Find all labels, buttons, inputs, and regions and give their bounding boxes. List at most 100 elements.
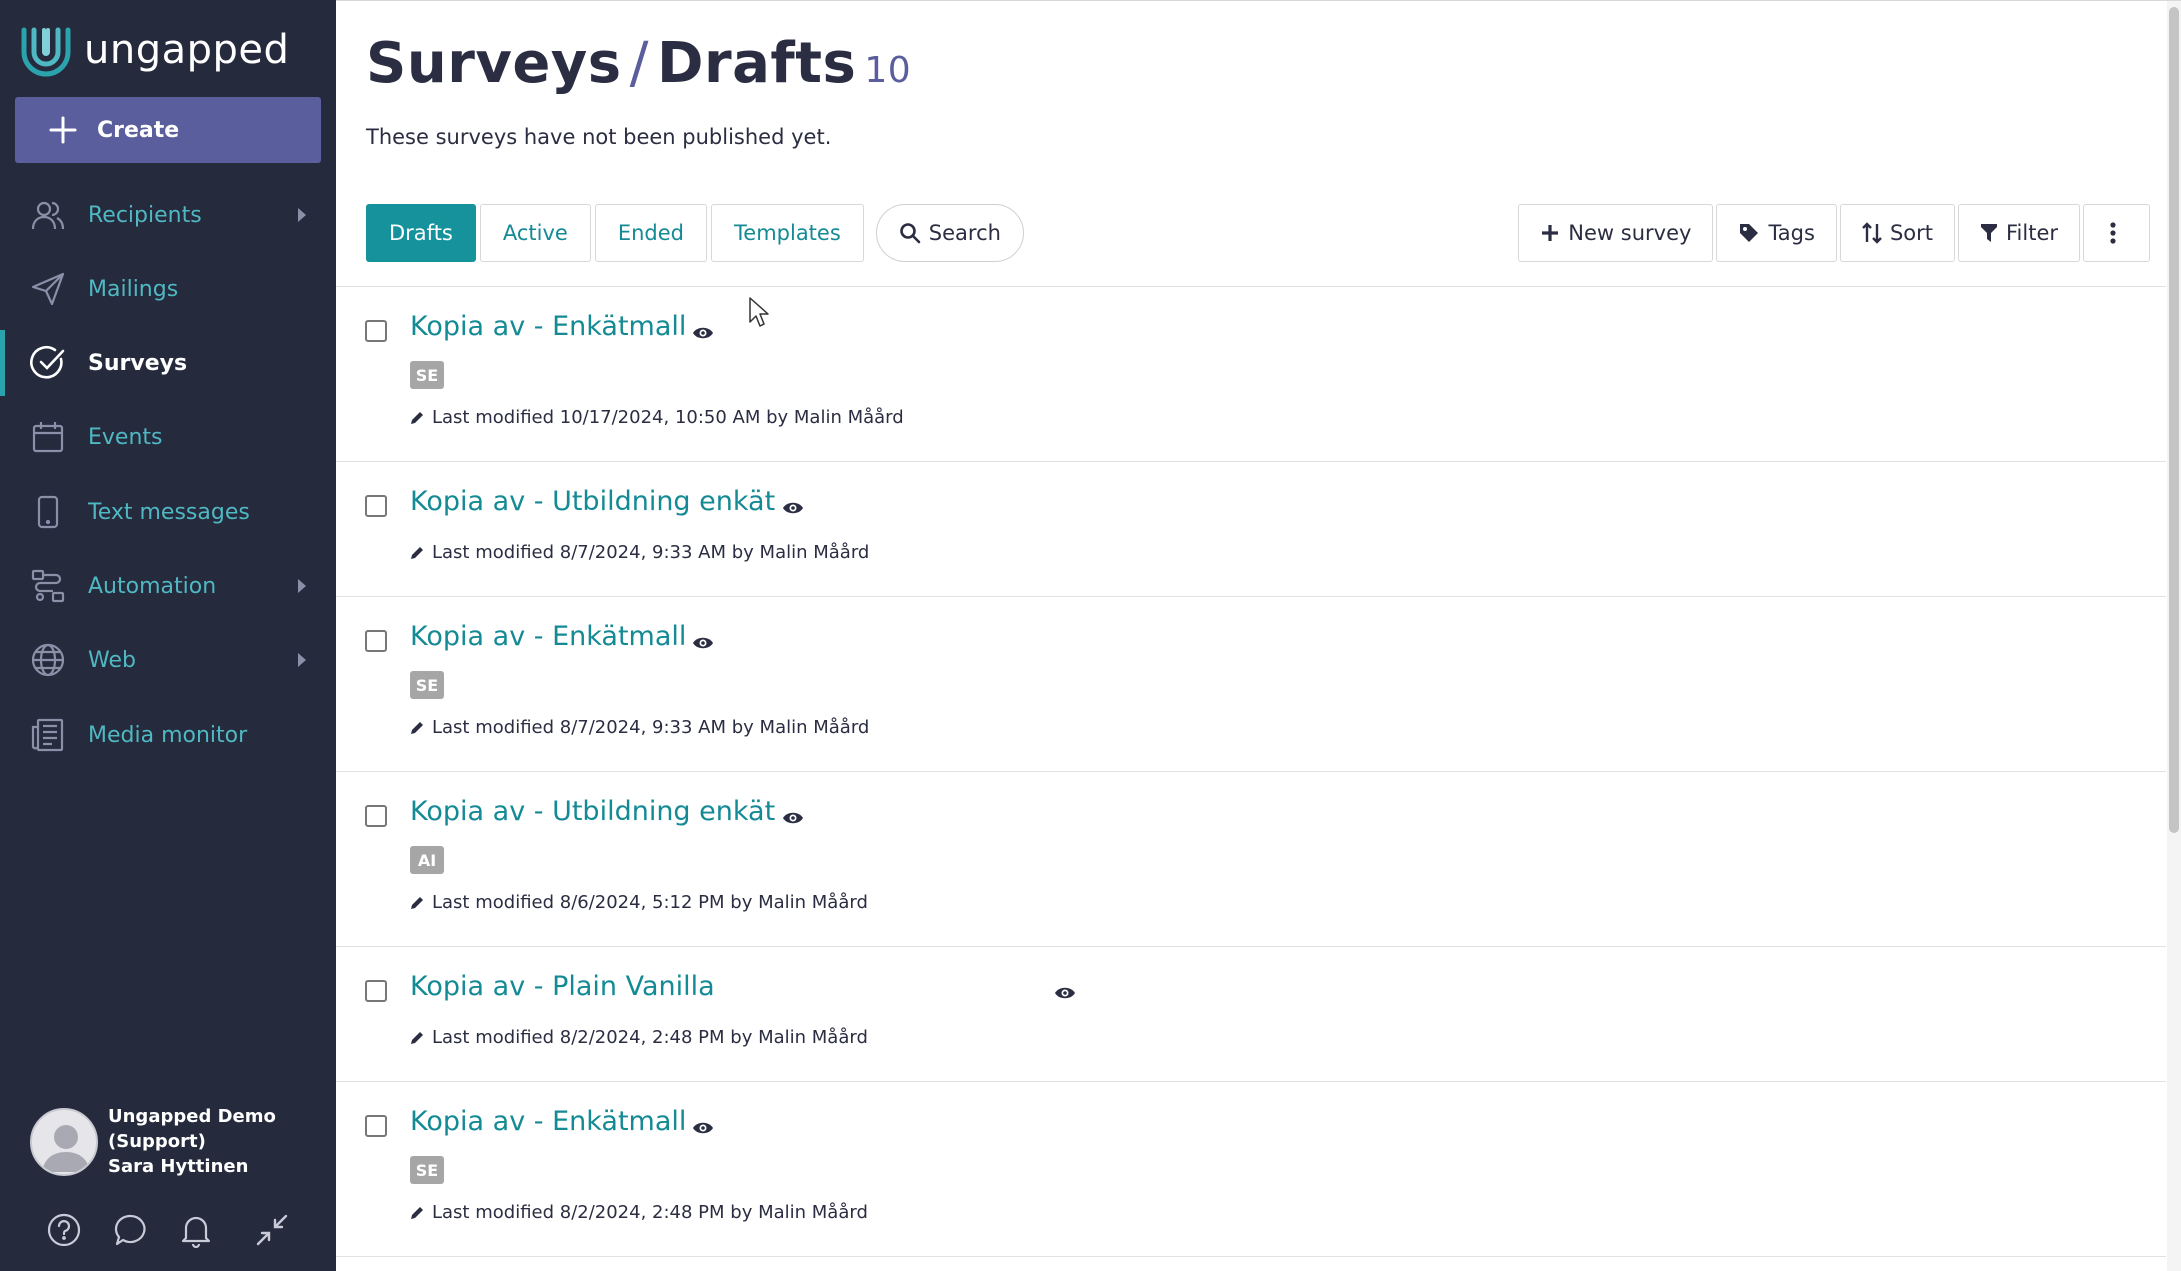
row-checkbox[interactable] (365, 1115, 387, 1137)
title-section: Drafts (657, 31, 857, 96)
users-icon (28, 195, 68, 235)
sidebar-footer (0, 1210, 336, 1250)
last-modified-text: Last modified 8/2/2024, 2:48 PM by Malin… (432, 1202, 868, 1223)
kebab-menu-icon (2109, 222, 2116, 244)
language-tag: SE (410, 671, 444, 699)
survey-name-link[interactable]: Kopia av - Utbildning enkät (410, 486, 775, 517)
avatar (30, 1107, 98, 1176)
row-checkbox[interactable] (365, 980, 387, 1002)
create-button[interactable]: Create (15, 97, 321, 163)
mouse-cursor-icon (749, 297, 769, 327)
sidebar-item-label: Web (88, 647, 136, 673)
tab-templates[interactable]: Templates (711, 204, 864, 262)
tab-drafts[interactable]: Drafts (366, 204, 476, 262)
new-survey-button[interactable]: New survey (1518, 204, 1714, 262)
language-tag: AI (410, 846, 444, 874)
help-icon[interactable] (44, 1210, 84, 1250)
chevron-right-icon (298, 208, 306, 222)
create-label: Create (97, 117, 180, 143)
ungapped-logo[interactable]: ungapped (18, 20, 289, 80)
scrollbar-thumb[interactable] (2169, 7, 2179, 833)
filter-button[interactable]: Filter (1957, 204, 2080, 262)
sidebar-item-events[interactable]: Events (0, 404, 336, 470)
tab-active[interactable]: Active (479, 204, 591, 262)
chat-icon[interactable] (111, 1210, 151, 1250)
new-survey-label: New survey (1568, 221, 1692, 245)
sidebar-item-automation[interactable]: Automation (0, 553, 336, 619)
sidebar-item-mailings[interactable]: Mailings (0, 256, 336, 322)
sidebar-item-surveys[interactable]: Surveys (0, 330, 336, 396)
eye-icon[interactable] (1054, 985, 1076, 1001)
tab-ended[interactable]: Ended (594, 204, 708, 262)
user-profile[interactable]: Ungapped Demo (Support) Sara Hyttinen (30, 1104, 276, 1179)
pencil-icon (411, 546, 423, 559)
list-item: Kopia av - Enkätmall SE Last modified 8/… (336, 1082, 2166, 1257)
list-item: Kopia av - Plain Vanilla Last modified 8… (336, 947, 2166, 1082)
eye-icon[interactable] (692, 635, 714, 651)
eye-icon[interactable] (782, 810, 804, 826)
check-circle-icon (28, 343, 68, 383)
survey-list: Kopia av - Enkätmall SE Last modified 10… (336, 286, 2166, 1257)
last-modified: Last modified 10/17/2024, 10:50 AM by Ma… (410, 407, 904, 428)
sidebar-item-media-monitor[interactable]: Media monitor (0, 702, 336, 768)
list-item: Kopia av - Enkätmall SE Last modified 10… (336, 287, 2166, 462)
row-checkbox[interactable] (365, 805, 387, 827)
tag-icon (1740, 224, 1759, 242)
last-modified: Last modified 8/2/2024, 2:48 PM by Malin… (410, 1027, 868, 1048)
sidebar-item-label: Surveys (88, 350, 188, 376)
sort-label: Sort (1889, 221, 1933, 245)
scrollbar[interactable] (2167, 1, 2181, 1271)
plus-icon (1542, 225, 1559, 241)
language-tag: SE (410, 361, 444, 389)
tags-label: Tags (1768, 221, 1815, 245)
flow-icon (28, 566, 68, 606)
chevron-right-icon (298, 653, 306, 667)
page-title: Surveys / Drafts 10 (366, 31, 911, 96)
tags-button[interactable]: Tags (1716, 204, 1837, 262)
survey-name-link[interactable]: Kopia av - Enkätmall (410, 311, 686, 342)
more-options-button[interactable] (2083, 204, 2150, 262)
status-tabs: Drafts Active Ended Templates Search (366, 204, 1024, 262)
list-item: Kopia av - Enkätmall SE Last modified 8/… (336, 597, 2166, 772)
org-name: Ungapped Demo (108, 1106, 276, 1127)
sidebar: ungapped Create Recipients Mailings Surv… (0, 0, 336, 1271)
bell-icon[interactable] (176, 1210, 216, 1250)
profile-info: Ungapped Demo (Support) Sara Hyttinen (108, 1104, 276, 1179)
sidebar-item-label: Media monitor (88, 722, 248, 748)
survey-name-link[interactable]: Kopia av - Enkätmall (410, 1106, 686, 1137)
calendar-icon (28, 417, 68, 457)
list-item: Kopia av - Utbildning enkät Last modifie… (336, 462, 2166, 597)
sidebar-item-text-messages[interactable]: Text messages (0, 479, 336, 545)
globe-icon (28, 640, 68, 680)
filter-label: Filter (2005, 221, 2058, 245)
ungapped-logo-icon (21, 27, 71, 77)
last-modified: Last modified 8/7/2024, 9:33 AM by Malin… (410, 542, 869, 563)
sort-button[interactable]: Sort (1839, 204, 1955, 262)
survey-name-link[interactable]: Kopia av - Utbildning enkät (410, 796, 775, 827)
last-modified-text: Last modified 8/6/2024, 5:12 PM by Malin… (432, 892, 868, 913)
eye-icon[interactable] (692, 1120, 714, 1136)
mobile-phone-icon (28, 492, 68, 532)
row-checkbox[interactable] (365, 320, 387, 342)
search-label: Search (928, 221, 1001, 245)
pencil-icon (411, 896, 423, 909)
title-separator: / (629, 31, 650, 96)
survey-name-link[interactable]: Kopia av - Plain Vanilla (410, 971, 715, 1002)
paper-plane-icon (28, 269, 68, 309)
last-modified-text: Last modified 8/7/2024, 9:33 AM by Malin… (432, 542, 870, 563)
collapse-icon[interactable] (252, 1210, 292, 1250)
eye-icon[interactable] (692, 325, 714, 341)
sidebar-item-recipients[interactable]: Recipients (0, 182, 336, 248)
sidebar-item-label: Automation (88, 573, 217, 599)
search-button[interactable]: Search (875, 204, 1024, 262)
sidebar-item-label: Recipients (88, 202, 202, 228)
survey-name-link[interactable]: Kopia av - Enkätmall (410, 621, 686, 652)
eye-icon[interactable] (782, 500, 804, 516)
row-checkbox[interactable] (365, 495, 387, 517)
sidebar-item-web[interactable]: Web (0, 627, 336, 693)
sidebar-item-label: Mailings (88, 276, 179, 302)
pencil-icon (411, 1206, 423, 1219)
row-checkbox[interactable] (365, 630, 387, 652)
sidebar-item-label: Text messages (88, 499, 250, 525)
user-name: Sara Hyttinen (108, 1156, 249, 1177)
